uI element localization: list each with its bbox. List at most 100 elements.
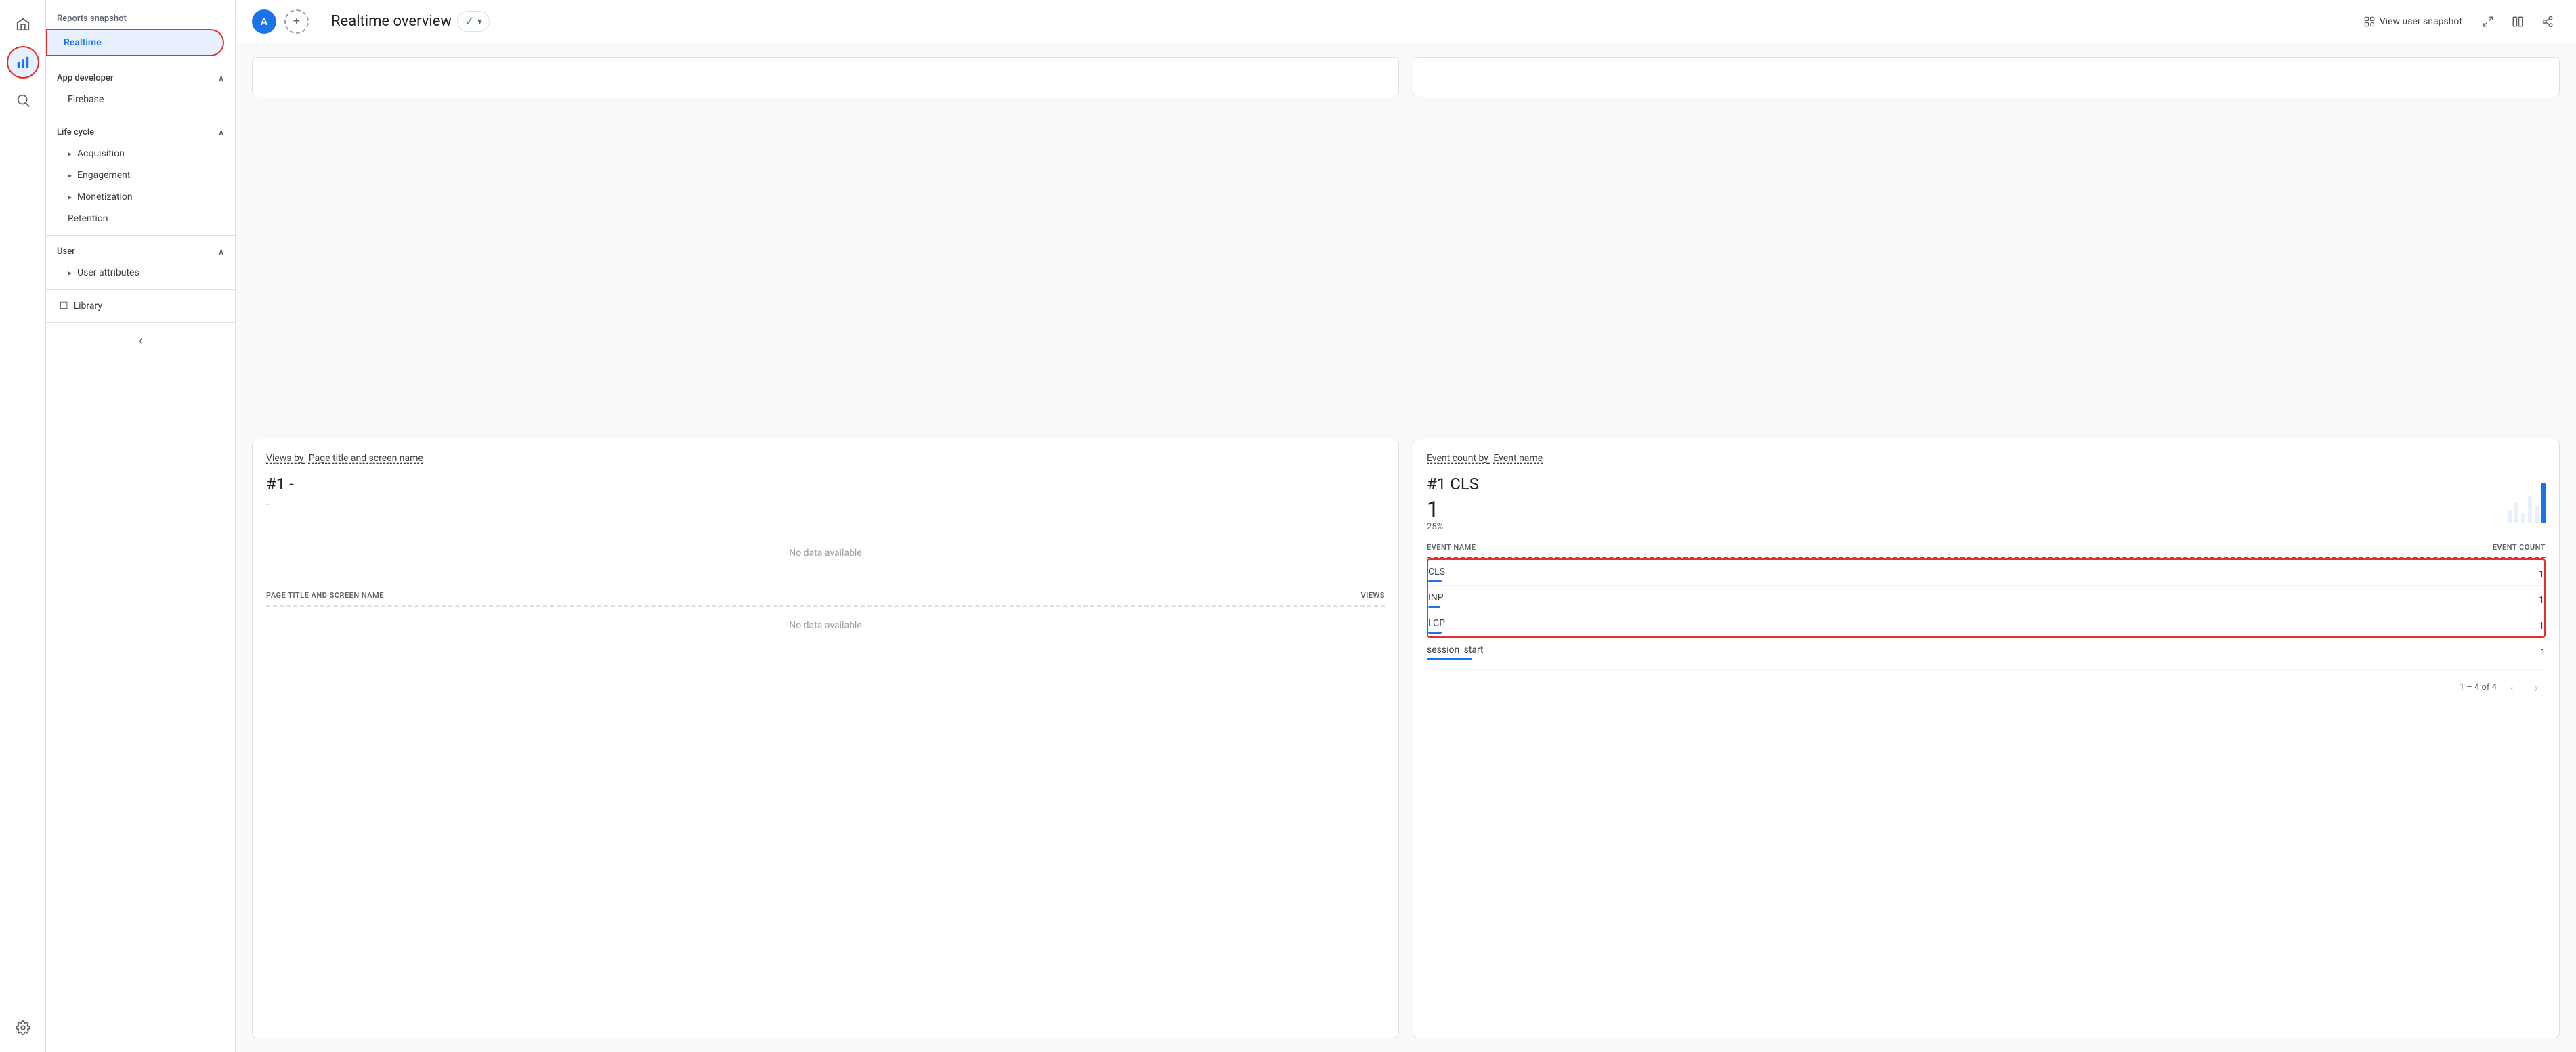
content-area: Views by Page title and screen name #1 -…: [236, 43, 2576, 1052]
event-row-lcp[interactable]: LCP 1: [1428, 611, 2544, 636]
expand-icon: [2482, 16, 2494, 28]
views-by-page-title-card: Views by Page title and screen name #1 -…: [252, 439, 1399, 1038]
main-content: A + Realtime overview ✓ ▾ View user snap…: [236, 0, 2576, 1052]
event-col2-header: EVENT COUNT: [2493, 543, 2546, 552]
monetization-label: Monetization: [77, 192, 133, 202]
event-count-card: Event count by Event name #1 CLS 1 25%: [1413, 439, 2560, 1038]
divider-3: [46, 235, 235, 236]
status-badge[interactable]: ✓ ▾: [457, 11, 490, 32]
views-card-title[interactable]: Views by Page title and screen name: [266, 453, 1385, 464]
engagement-bullet-icon: ▸: [68, 171, 72, 180]
topbar: A + Realtime overview ✓ ▾ View user snap…: [236, 0, 2576, 43]
view-user-snapshot-button[interactable]: View user snapshot: [2355, 10, 2470, 33]
sidebar-item-engagement[interactable]: ▸ Engagement: [46, 165, 235, 186]
status-dropdown-icon[interactable]: ▾: [477, 16, 482, 27]
event-rows-highlight: CLS 1 INP 1 LCP: [1427, 558, 2546, 638]
sidebar-item-user-attributes[interactable]: ▸ User attributes: [46, 262, 235, 284]
pagination-text: 1 – 4 of 4: [2460, 682, 2497, 693]
event-table-header: EVENT NAME EVENT COUNT: [1427, 538, 2546, 558]
divider-5: [46, 322, 235, 323]
topbar-title-area: Realtime overview ✓ ▾: [331, 11, 2347, 32]
pagination-next-button[interactable]: ›: [2527, 678, 2546, 697]
event-title-text1: Event count by: [1427, 453, 1488, 464]
status-check-icon: ✓: [465, 14, 475, 28]
acquisition-label: Acquisition: [77, 148, 125, 159]
home-nav-item[interactable]: [7, 8, 39, 41]
sidebar: Reports snapshot Realtime App developer …: [46, 0, 236, 1052]
user-chevron-icon[interactable]: ∧: [218, 247, 224, 257]
views-col1-header: PAGE TITLE AND SCREEN NAME: [266, 591, 384, 600]
event-card-title[interactable]: Event count by Event name: [1427, 453, 2546, 464]
user-snapshot-icon: [2363, 16, 2376, 28]
divider-4: [46, 289, 235, 290]
event-name-session-start: session_start: [1427, 644, 1484, 655]
sidebar-item-monetization[interactable]: ▸ Monetization: [46, 186, 235, 208]
user-attributes-bullet-icon: ▸: [68, 268, 72, 278]
avatar[interactable]: A: [252, 9, 276, 34]
app-developer-chevron-icon[interactable]: ∧: [218, 74, 224, 83]
icon-nav: [0, 0, 46, 1052]
event-count-lcp: 1: [2539, 621, 2544, 632]
user-section: User ∧: [46, 241, 235, 262]
views-title-text2: Page title and screen name: [309, 453, 423, 464]
event-row-inp[interactable]: INP 1: [1428, 586, 2544, 611]
event-count-big: 1: [1427, 496, 1479, 522]
event-rank: #1 CLS: [1427, 475, 1479, 494]
sidebar-item-acquisition[interactable]: ▸ Acquisition: [46, 143, 235, 165]
life-cycle-chevron-icon[interactable]: ∧: [218, 128, 224, 137]
realtime-label: Realtime: [64, 37, 102, 48]
partial-card-right: [1413, 57, 2560, 97]
expand-button[interactable]: [2476, 9, 2500, 34]
views-table-header: PAGE TITLE AND SCREEN NAME VIEWS: [266, 586, 1385, 607]
app-developer-label: App developer: [57, 73, 113, 83]
share-button[interactable]: [2535, 9, 2560, 34]
firebase-label: Firebase: [68, 94, 104, 105]
library-box-icon: ☐: [60, 301, 68, 311]
sidebar-item-retention[interactable]: Retention: [46, 208, 235, 229]
pagination-row: 1 – 4 of 4 ‹ ›: [1427, 669, 2546, 697]
sidebar-item-realtime[interactable]: Realtime: [46, 29, 224, 56]
monetization-bullet-icon: ▸: [68, 192, 72, 202]
collapse-chevron-icon: ‹: [139, 334, 142, 348]
event-row-session-start[interactable]: session_start 1: [1427, 638, 2546, 663]
event-name-lcp: LCP: [1428, 618, 1445, 629]
add-icon: +: [293, 14, 300, 28]
page-title: Realtime overview: [331, 13, 452, 30]
event-row-cls[interactable]: CLS 1: [1428, 560, 2544, 586]
collapse-button[interactable]: ‹: [46, 328, 235, 353]
sidebar-item-library[interactable]: ☐ Library: [46, 295, 235, 317]
compare-icon: [2512, 16, 2524, 28]
sidebar-item-firebase[interactable]: Firebase: [46, 89, 235, 110]
views-dash: -: [266, 499, 1385, 510]
settings-nav-item[interactable]: [7, 1011, 39, 1044]
library-label: Library: [74, 301, 102, 311]
pagination-next-icon: ›: [2535, 681, 2538, 694]
views-no-data-top: No data available: [266, 521, 1385, 586]
partial-card-left: [252, 57, 1399, 97]
engagement-label: Engagement: [77, 170, 130, 181]
pagination-prev-button[interactable]: ‹: [2502, 678, 2521, 697]
view-user-snapshot-label: View user snapshot: [2380, 16, 2462, 27]
event-bar-session-start: [1427, 658, 1472, 660]
reports-snapshot-header: Reports snapshot: [46, 5, 235, 29]
pagination-prev-icon: ‹: [2510, 681, 2514, 694]
event-bar-inp: [1428, 606, 1440, 608]
event-bar-lcp: [1428, 632, 1442, 634]
event-col1-header: EVENT NAME: [1427, 543, 1476, 552]
retention-label: Retention: [68, 213, 108, 224]
acquisition-bullet-icon: ▸: [68, 149, 72, 158]
analytics-nav-item[interactable]: [7, 46, 39, 79]
views-no-data-bottom: No data available: [266, 607, 1385, 644]
event-title-text2: Event name: [1493, 453, 1543, 464]
topbar-actions: View user snapshot: [2355, 9, 2560, 34]
add-comparison-button[interactable]: +: [284, 9, 309, 34]
life-cycle-label: Life cycle: [57, 127, 94, 137]
compare-button[interactable]: [2506, 9, 2530, 34]
app-developer-section: App developer ∧: [46, 68, 235, 89]
share-icon: [2541, 16, 2554, 28]
views-col2-header: VIEWS: [1361, 591, 1385, 600]
views-title-text1: Views by: [266, 453, 303, 464]
event-name-inp: INP: [1428, 592, 1444, 603]
user-attributes-label: User attributes: [77, 267, 139, 278]
search-nav-item[interactable]: [7, 84, 39, 116]
